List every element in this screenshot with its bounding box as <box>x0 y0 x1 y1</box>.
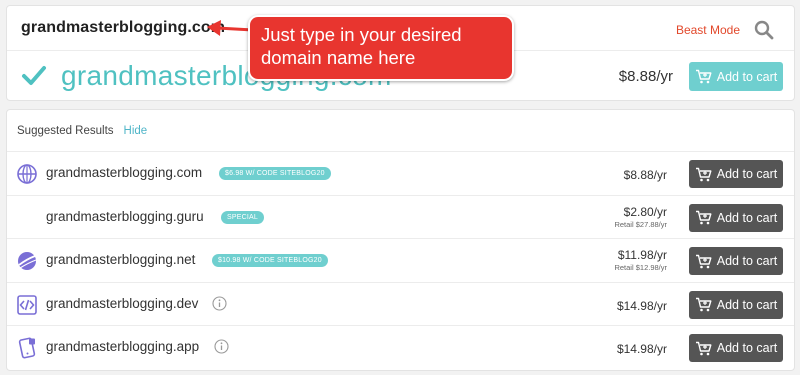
main-add-to-cart-button[interactable]: Add to cart <box>689 62 783 91</box>
cart-icon <box>695 210 712 225</box>
add-to-cart-label: Add to cart <box>716 167 778 181</box>
suggestion-row: grandmasterblogging.dev $14.98/yr Add to… <box>7 283 794 326</box>
cart-icon <box>695 341 712 355</box>
add-to-cart-label: Add to cart <box>716 254 778 268</box>
add-to-cart-label: Add to cart <box>716 341 778 355</box>
callout-line-1: Just type in your desired <box>261 24 462 45</box>
suggestion-row: grandmasterblogging.app $14.98/yr Add to… <box>7 326 794 370</box>
planet-icon <box>18 252 37 270</box>
suggestion-domain: grandmasterblogging.dev <box>46 295 199 311</box>
main-result-price: $8.88/yr <box>618 68 673 85</box>
check-icon <box>22 66 46 85</box>
hide-link[interactable]: Hide <box>124 125 148 137</box>
promo-badge: $6.98 W/ CODE SITEBLOG20 <box>219 167 331 180</box>
suggestion-price: $2.80/yr <box>623 204 667 219</box>
suggestion-row: grandmasterblogging.com $6.98 W/ CODE SI… <box>7 152 794 196</box>
info-icon[interactable] <box>212 295 227 311</box>
suggestion-domain: grandmasterblogging.com <box>46 165 203 180</box>
add-to-cart-button[interactable]: Add to cart <box>689 160 783 188</box>
suggestion-domain: grandmasterblogging.guru <box>46 208 204 224</box>
main-add-to-cart-label: Add to cart <box>716 69 778 84</box>
suggestion-domain: grandmasterblogging.app <box>46 339 200 354</box>
suggested-results-card: Suggested Results Hide grandmasterbloggi… <box>6 109 795 371</box>
suggested-results-header: Suggested Results Hide <box>7 110 794 152</box>
info-icon[interactable] <box>214 339 229 354</box>
cart-icon <box>695 69 712 84</box>
callout-box: Just type in your desired domain name he… <box>248 15 514 81</box>
price-block: $2.80/yr Retail $27.88/yr <box>614 205 667 229</box>
suggestion-price: $14.98/yr <box>616 298 667 313</box>
mobile-app-icon <box>18 337 36 359</box>
cart-icon <box>695 254 712 268</box>
globe-icon <box>17 164 37 184</box>
suggestion-domain: grandmasterblogging.net <box>46 252 196 267</box>
code-icon <box>17 294 37 315</box>
retail-price: Retail $27.88/yr <box>614 219 667 229</box>
retail-price: Retail $12.98/yr <box>614 263 667 272</box>
add-to-cart-button[interactable]: Add to cart <box>689 203 783 232</box>
suggestion-price: $14.98/yr <box>616 342 667 356</box>
suggestion-row: grandmasterblogging.net $10.98 W/ CODE S… <box>7 239 794 283</box>
suggested-results-title: Suggested Results <box>17 124 114 137</box>
suggestion-price: $8.88/yr <box>623 168 667 182</box>
search-icon[interactable] <box>754 20 774 40</box>
suggestion-price: $11.98/yr <box>617 248 667 262</box>
cart-icon <box>695 167 712 181</box>
add-to-cart-button[interactable]: Add to cart <box>689 247 783 275</box>
price-block: $11.98/yr Retail $12.98/yr <box>614 248 667 272</box>
beast-mode-link[interactable]: Beast Mode <box>676 23 740 37</box>
price-block: $8.88/yr <box>624 168 667 182</box>
add-to-cart-button[interactable]: Add to cart <box>689 290 783 319</box>
price-block: $14.98/yr <box>617 299 667 313</box>
promo-badge: $10.98 W/ CODE SITEBLOG20 <box>212 254 328 267</box>
add-to-cart-label: Add to cart <box>716 297 778 312</box>
search-input[interactable]: grandmasterblogging.com <box>21 19 225 37</box>
special-badge: SPECIAL <box>221 210 264 224</box>
cart-icon <box>695 297 712 312</box>
suggestion-row: grandmasterblogging.guru SPECIAL $2.80/y… <box>7 196 794 239</box>
callout-line-2: domain name here <box>261 47 416 68</box>
add-to-cart-label: Add to cart <box>716 210 778 225</box>
price-block: $14.98/yr <box>617 342 667 356</box>
add-to-cart-button[interactable]: Add to cart <box>689 334 783 362</box>
